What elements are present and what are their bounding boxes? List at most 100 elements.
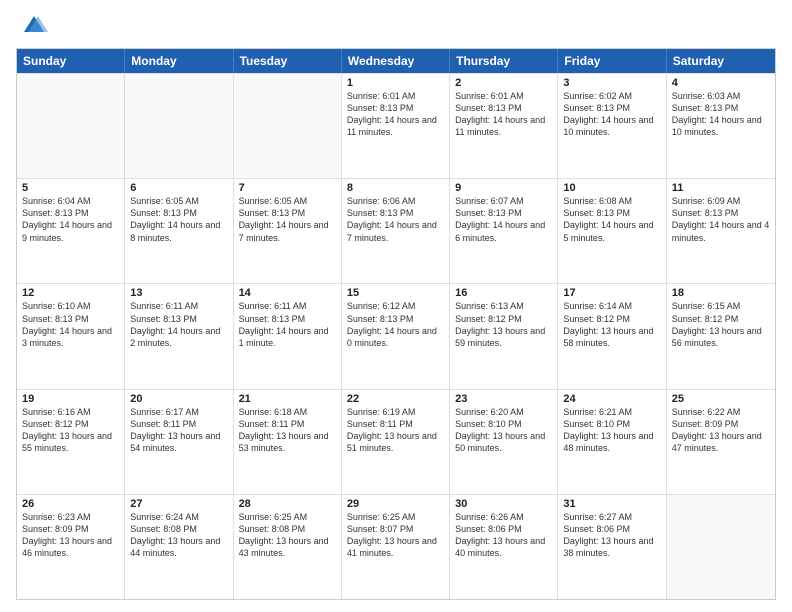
cal-row: 12Sunrise: 6:10 AM Sunset: 8:13 PM Dayli… xyxy=(17,283,775,388)
cal-cell: 9Sunrise: 6:07 AM Sunset: 8:13 PM Daylig… xyxy=(450,179,558,283)
day-number: 24 xyxy=(563,393,660,405)
cal-row: 5Sunrise: 6:04 AM Sunset: 8:13 PM Daylig… xyxy=(17,178,775,283)
cal-cell: 25Sunrise: 6:22 AM Sunset: 8:09 PM Dayli… xyxy=(667,390,775,494)
day-number: 18 xyxy=(672,287,770,299)
logo xyxy=(16,12,48,40)
cal-cell: 20Sunrise: 6:17 AM Sunset: 8:11 PM Dayli… xyxy=(125,390,233,494)
cell-text: Sunrise: 6:23 AM Sunset: 8:09 PM Dayligh… xyxy=(22,511,119,560)
day-number: 25 xyxy=(672,393,770,405)
day-number: 12 xyxy=(22,287,119,299)
cell-text: Sunrise: 6:02 AM Sunset: 8:13 PM Dayligh… xyxy=(563,90,660,139)
calendar: SundayMondayTuesdayWednesdayThursdayFrid… xyxy=(16,48,776,600)
cell-text: Sunrise: 6:20 AM Sunset: 8:10 PM Dayligh… xyxy=(455,406,552,455)
cal-cell: 7Sunrise: 6:05 AM Sunset: 8:13 PM Daylig… xyxy=(234,179,342,283)
cell-text: Sunrise: 6:27 AM Sunset: 8:06 PM Dayligh… xyxy=(563,511,660,560)
cal-header-day: Thursday xyxy=(450,49,558,73)
day-number: 11 xyxy=(672,182,770,194)
day-number: 7 xyxy=(239,182,336,194)
cell-text: Sunrise: 6:11 AM Sunset: 8:13 PM Dayligh… xyxy=(239,300,336,349)
cell-text: Sunrise: 6:18 AM Sunset: 8:11 PM Dayligh… xyxy=(239,406,336,455)
cell-text: Sunrise: 6:03 AM Sunset: 8:13 PM Dayligh… xyxy=(672,90,770,139)
day-number: 1 xyxy=(347,77,444,89)
cal-cell: 24Sunrise: 6:21 AM Sunset: 8:10 PM Dayli… xyxy=(558,390,666,494)
day-number: 23 xyxy=(455,393,552,405)
page: SundayMondayTuesdayWednesdayThursdayFrid… xyxy=(0,0,792,612)
day-number: 4 xyxy=(672,77,770,89)
day-number: 29 xyxy=(347,498,444,510)
cell-text: Sunrise: 6:10 AM Sunset: 8:13 PM Dayligh… xyxy=(22,300,119,349)
cell-text: Sunrise: 6:17 AM Sunset: 8:11 PM Dayligh… xyxy=(130,406,227,455)
cal-cell: 30Sunrise: 6:26 AM Sunset: 8:06 PM Dayli… xyxy=(450,495,558,599)
day-number: 5 xyxy=(22,182,119,194)
cell-text: Sunrise: 6:07 AM Sunset: 8:13 PM Dayligh… xyxy=(455,195,552,244)
cell-text: Sunrise: 6:24 AM Sunset: 8:08 PM Dayligh… xyxy=(130,511,227,560)
cal-cell: 28Sunrise: 6:25 AM Sunset: 8:08 PM Dayli… xyxy=(234,495,342,599)
cell-text: Sunrise: 6:05 AM Sunset: 8:13 PM Dayligh… xyxy=(239,195,336,244)
cell-text: Sunrise: 6:26 AM Sunset: 8:06 PM Dayligh… xyxy=(455,511,552,560)
cal-cell: 27Sunrise: 6:24 AM Sunset: 8:08 PM Dayli… xyxy=(125,495,233,599)
day-number: 10 xyxy=(563,182,660,194)
cal-header-day: Tuesday xyxy=(234,49,342,73)
cal-row: 26Sunrise: 6:23 AM Sunset: 8:09 PM Dayli… xyxy=(17,494,775,599)
day-number: 3 xyxy=(563,77,660,89)
day-number: 13 xyxy=(130,287,227,299)
cell-text: Sunrise: 6:08 AM Sunset: 8:13 PM Dayligh… xyxy=(563,195,660,244)
cal-cell xyxy=(125,74,233,178)
cal-cell: 10Sunrise: 6:08 AM Sunset: 8:13 PM Dayli… xyxy=(558,179,666,283)
day-number: 14 xyxy=(239,287,336,299)
cal-cell: 6Sunrise: 6:05 AM Sunset: 8:13 PM Daylig… xyxy=(125,179,233,283)
cal-cell: 12Sunrise: 6:10 AM Sunset: 8:13 PM Dayli… xyxy=(17,284,125,388)
day-number: 22 xyxy=(347,393,444,405)
day-number: 21 xyxy=(239,393,336,405)
cal-row: 1Sunrise: 6:01 AM Sunset: 8:13 PM Daylig… xyxy=(17,73,775,178)
cal-row: 19Sunrise: 6:16 AM Sunset: 8:12 PM Dayli… xyxy=(17,389,775,494)
cal-cell: 13Sunrise: 6:11 AM Sunset: 8:13 PM Dayli… xyxy=(125,284,233,388)
cell-text: Sunrise: 6:14 AM Sunset: 8:12 PM Dayligh… xyxy=(563,300,660,349)
cal-cell: 19Sunrise: 6:16 AM Sunset: 8:12 PM Dayli… xyxy=(17,390,125,494)
day-number: 17 xyxy=(563,287,660,299)
day-number: 31 xyxy=(563,498,660,510)
cal-header-day: Wednesday xyxy=(342,49,450,73)
cal-cell xyxy=(17,74,125,178)
cal-cell xyxy=(667,495,775,599)
day-number: 28 xyxy=(239,498,336,510)
cal-cell: 2Sunrise: 6:01 AM Sunset: 8:13 PM Daylig… xyxy=(450,74,558,178)
calendar-header: SundayMondayTuesdayWednesdayThursdayFrid… xyxy=(17,49,775,73)
cell-text: Sunrise: 6:15 AM Sunset: 8:12 PM Dayligh… xyxy=(672,300,770,349)
cal-cell: 16Sunrise: 6:13 AM Sunset: 8:12 PM Dayli… xyxy=(450,284,558,388)
cal-cell: 15Sunrise: 6:12 AM Sunset: 8:13 PM Dayli… xyxy=(342,284,450,388)
cal-header-day: Monday xyxy=(125,49,233,73)
cal-header-day: Friday xyxy=(558,49,666,73)
day-number: 27 xyxy=(130,498,227,510)
cell-text: Sunrise: 6:12 AM Sunset: 8:13 PM Dayligh… xyxy=(347,300,444,349)
day-number: 30 xyxy=(455,498,552,510)
cal-cell: 11Sunrise: 6:09 AM Sunset: 8:13 PM Dayli… xyxy=(667,179,775,283)
cal-cell: 26Sunrise: 6:23 AM Sunset: 8:09 PM Dayli… xyxy=(17,495,125,599)
cal-cell xyxy=(234,74,342,178)
cal-cell: 18Sunrise: 6:15 AM Sunset: 8:12 PM Dayli… xyxy=(667,284,775,388)
day-number: 16 xyxy=(455,287,552,299)
cal-cell: 1Sunrise: 6:01 AM Sunset: 8:13 PM Daylig… xyxy=(342,74,450,178)
cal-cell: 17Sunrise: 6:14 AM Sunset: 8:12 PM Dayli… xyxy=(558,284,666,388)
cell-text: Sunrise: 6:25 AM Sunset: 8:07 PM Dayligh… xyxy=(347,511,444,560)
cell-text: Sunrise: 6:09 AM Sunset: 8:13 PM Dayligh… xyxy=(672,195,770,244)
cal-cell: 5Sunrise: 6:04 AM Sunset: 8:13 PM Daylig… xyxy=(17,179,125,283)
cal-cell: 31Sunrise: 6:27 AM Sunset: 8:06 PM Dayli… xyxy=(558,495,666,599)
cal-cell: 4Sunrise: 6:03 AM Sunset: 8:13 PM Daylig… xyxy=(667,74,775,178)
cal-header-day: Saturday xyxy=(667,49,775,73)
cal-cell: 23Sunrise: 6:20 AM Sunset: 8:10 PM Dayli… xyxy=(450,390,558,494)
day-number: 8 xyxy=(347,182,444,194)
cal-cell: 8Sunrise: 6:06 AM Sunset: 8:13 PM Daylig… xyxy=(342,179,450,283)
cell-text: Sunrise: 6:01 AM Sunset: 8:13 PM Dayligh… xyxy=(347,90,444,139)
cal-header-day: Sunday xyxy=(17,49,125,73)
day-number: 26 xyxy=(22,498,119,510)
cell-text: Sunrise: 6:06 AM Sunset: 8:13 PM Dayligh… xyxy=(347,195,444,244)
cal-cell: 14Sunrise: 6:11 AM Sunset: 8:13 PM Dayli… xyxy=(234,284,342,388)
day-number: 15 xyxy=(347,287,444,299)
cell-text: Sunrise: 6:16 AM Sunset: 8:12 PM Dayligh… xyxy=(22,406,119,455)
header xyxy=(16,12,776,40)
cal-cell: 22Sunrise: 6:19 AM Sunset: 8:11 PM Dayli… xyxy=(342,390,450,494)
logo-icon xyxy=(20,12,48,40)
cell-text: Sunrise: 6:11 AM Sunset: 8:13 PM Dayligh… xyxy=(130,300,227,349)
day-number: 20 xyxy=(130,393,227,405)
